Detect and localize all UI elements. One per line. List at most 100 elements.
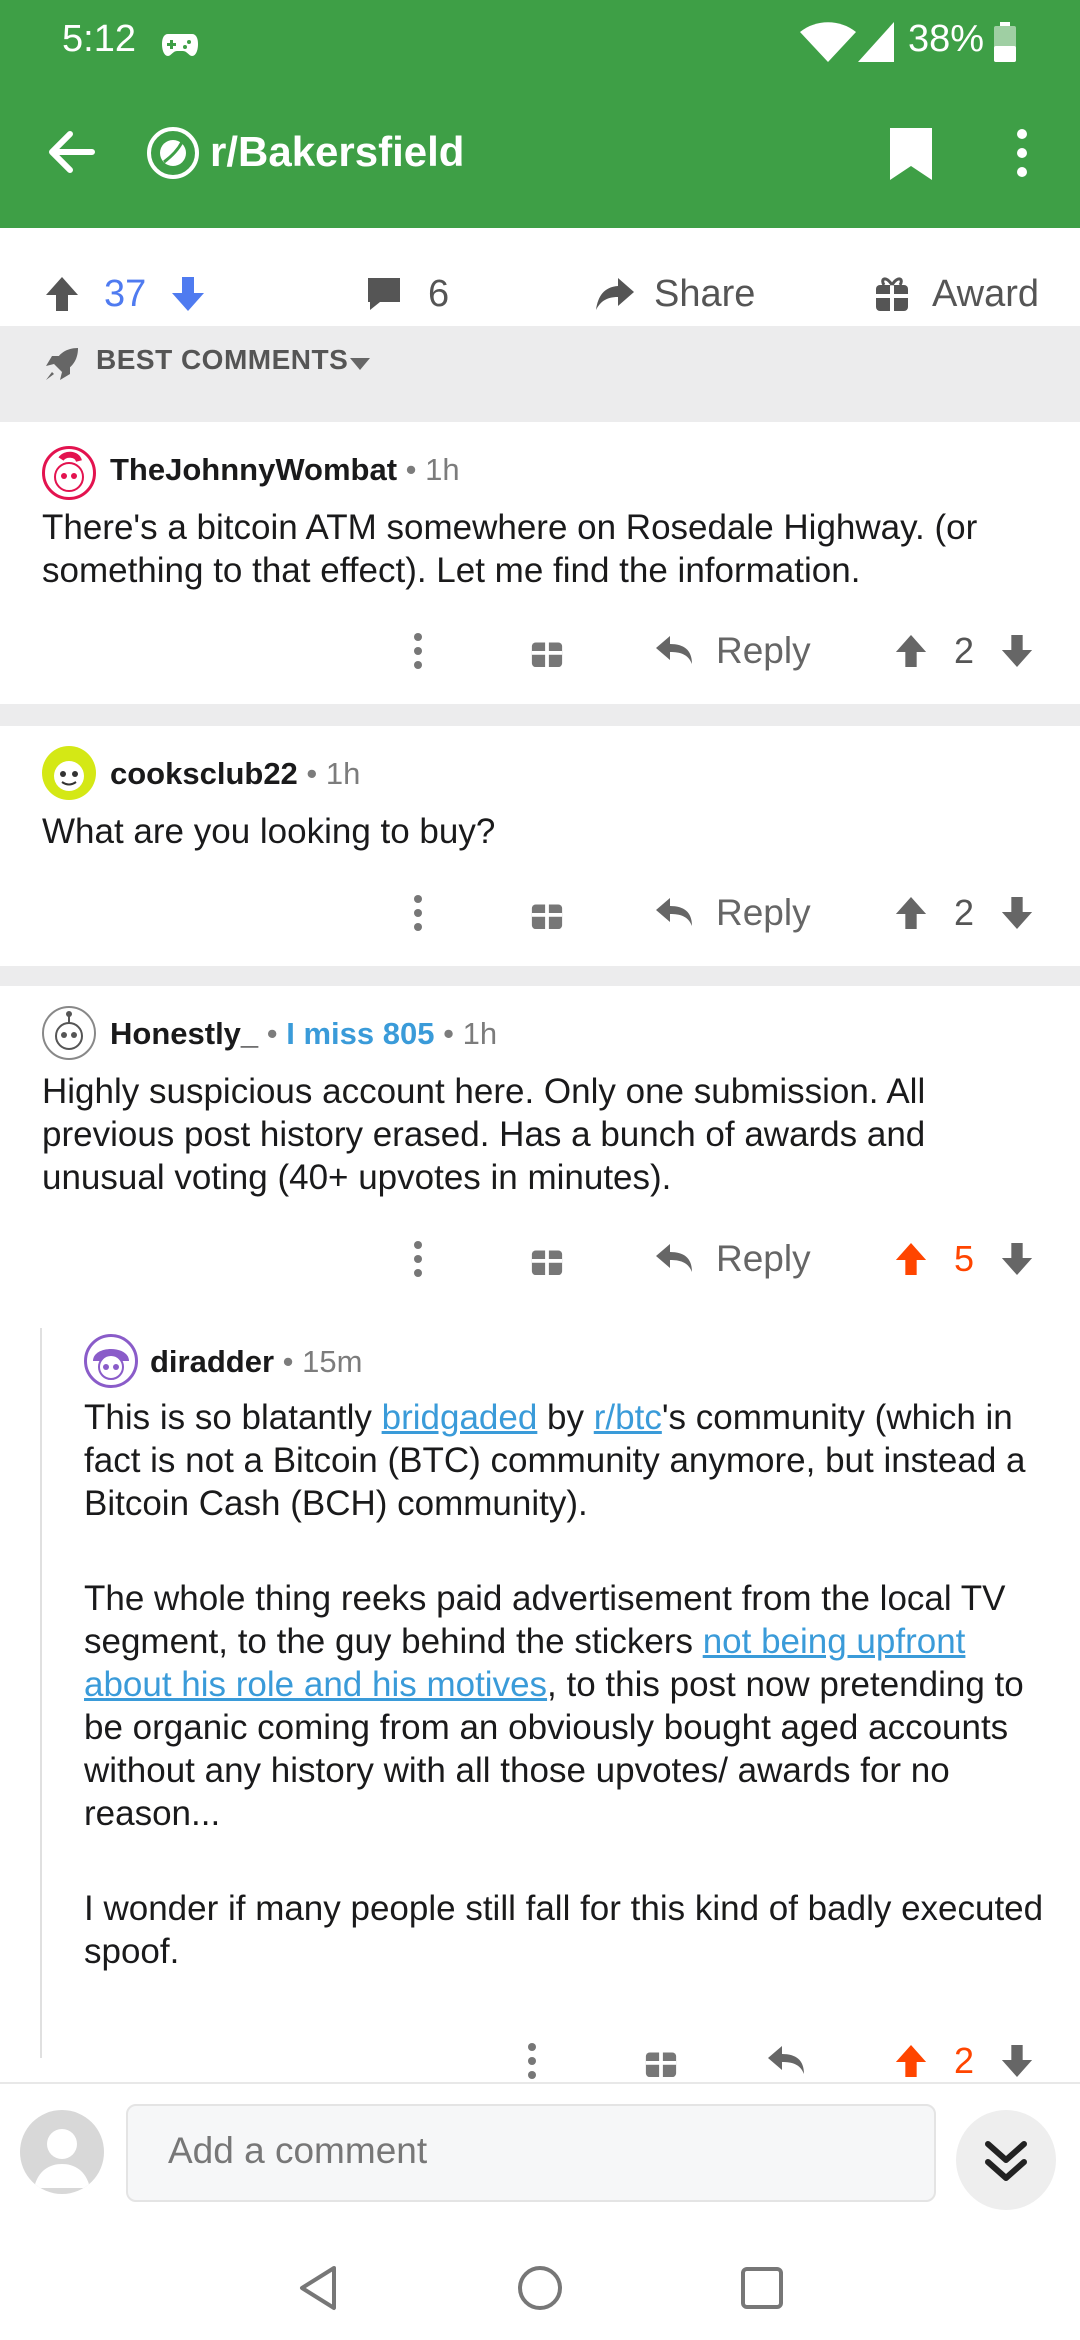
rocket-icon [42,344,82,389]
share-arrow-icon [596,278,634,310]
comment-actions: Reply 5 [0,1224,1080,1294]
comment-downvote-icon[interactable] [1000,616,1034,686]
comments-button[interactable]: 6 [364,260,449,328]
comment-upvote-icon[interactable] [894,878,928,948]
link-subreddit-btc[interactable]: r/btc [594,1398,662,1437]
comment-more-icon[interactable] [412,616,424,686]
award-button[interactable]: Award [874,260,1039,328]
comment-score: 2 [954,892,975,933]
comment-cooksclub22: cooksclub22 • 1h What are you looking to… [0,726,1080,966]
comment-meta: Honestly_ • I miss 805 • 1h [110,1016,498,1051]
comment-body: This is so blatantly bridgaded by r/btc'… [84,1396,1054,2025]
share-label: Share [654,272,756,315]
comment-score: 5 [954,1238,975,1279]
snoo-avatar-icon [55,1011,83,1050]
share-button[interactable]: Share [594,260,755,328]
nav-back-icon[interactable] [296,2264,340,2317]
gift-icon [876,277,908,311]
game-controller-icon [160,28,200,65]
reply-button[interactable]: Reply [654,616,811,686]
nav-home-icon[interactable] [516,2264,564,2317]
battery-icon [994,22,1016,67]
comment-username[interactable]: diradder [150,1344,274,1379]
status-time: 5:12 [62,18,136,60]
comment-age: 1h [325,756,361,791]
comment-more-icon[interactable] [412,1224,424,1294]
comment-username[interactable]: Honestly_ [110,1016,258,1051]
wifi-icon [800,22,856,67]
comment-meta: diradder • 15m [150,1344,363,1379]
comment-meta: cooksclub22 • 1h [110,756,361,791]
comment-actions: Reply 2 [0,616,1080,686]
text: by [537,1398,594,1437]
comment-age: 1h [425,452,460,487]
comment-award-gift-icon[interactable] [530,878,564,948]
cell-signal-icon [858,22,894,67]
avatar[interactable] [42,1006,96,1060]
user-flair: I miss 805 [286,1016,435,1051]
reply-label: Reply [716,892,811,933]
more-options-icon[interactable] [1012,128,1032,183]
add-comment-input[interactable]: Add a comment [126,2104,936,2202]
snoo-avatar-icon [93,1349,129,1380]
comment-award-gift-icon[interactable] [530,1224,564,1294]
comment-bubble-icon [368,278,400,310]
reply-button[interactable]: Reply [654,878,811,948]
paragraph: The whole thing reeks paid advertisement… [84,1577,1054,1835]
sort-label: BEST COMMENTS [96,344,349,375]
comment-body: There's a bitcoin ATM somewhere on Rosed… [42,508,978,590]
reply-button[interactable]: Reply [654,1224,811,1294]
comment-upvote-icon[interactable] [894,616,928,686]
subreddit-icon [146,126,200,185]
comment-username[interactable]: TheJohnnyWombat [110,452,397,487]
comment-meta: TheJohnnyWombat • 1h [110,452,460,487]
system-nav-bar [0,2222,1080,2340]
user-avatar-icon[interactable] [20,2110,104,2194]
back-arrow-icon[interactable] [44,126,96,183]
snoo-avatar-icon [54,451,84,492]
sort-bar[interactable]: BEST COMMENTS [0,326,1080,422]
avatar[interactable] [42,746,96,800]
app-header: 5:12 38% r/Bakersfield [0,0,1080,228]
avatar[interactable] [84,1334,138,1388]
post-score: 37 [104,272,147,315]
comment-award-gift-icon[interactable] [530,616,564,686]
paragraph: This is so blatantly bridgaded by r/btc'… [84,1396,1054,1525]
comment-username[interactable]: cooksclub22 [110,756,298,791]
link-bridgaded[interactable]: bridgaded [382,1398,538,1437]
collapse-button[interactable] [956,2110,1056,2210]
comment-more-icon[interactable] [412,878,424,948]
battery-percent: 38% [908,18,985,60]
add-comment-placeholder: Add a comment [168,2130,428,2171]
comment-upvote-icon[interactable] [894,1224,928,1294]
comment-score: 2 [954,630,975,671]
reply-label: Reply [716,1238,811,1279]
comment-thejohnnywombat: TheJohnnyWombat • 1h There's a bitcoin A… [0,422,1080,704]
bookmark-icon[interactable] [888,126,934,187]
divider [0,966,1080,986]
comment-age: 1h [462,1016,498,1051]
post-upvote-button[interactable] [44,260,80,328]
text: This is so blatantly [84,1398,382,1437]
snoo-avatar-icon [54,761,84,791]
avatar[interactable] [42,446,96,500]
award-label: Award [932,272,1040,315]
comment-actions: Reply 2 [0,878,1080,948]
reply-arrow-icon [656,1244,692,1272]
comment-composer: Add a comment [0,2082,1080,2224]
subreddit-title[interactable]: r/Bakersfield [210,128,464,176]
nav-recents-icon[interactable] [740,2266,784,2315]
comment-downvote-icon[interactable] [1000,1224,1034,1294]
divider [0,704,1080,726]
reply-arrow-icon [656,898,692,926]
double-chevron-down-icon [985,2141,1027,2181]
post-downvote-button[interactable] [170,260,206,328]
chevron-down-icon [348,356,372,377]
comment-body: What are you looking to buy? [42,812,496,851]
reply-arrow-icon [656,636,692,664]
upvote-arrow-icon [46,277,78,311]
downvote-arrow-icon [172,277,204,311]
paragraph: I wonder if many people still fall for t… [84,1889,1044,1971]
comment-honestly: Honestly_ • I miss 805 • 1h Highly suspi… [0,986,1080,1316]
comment-downvote-icon[interactable] [1000,878,1034,948]
